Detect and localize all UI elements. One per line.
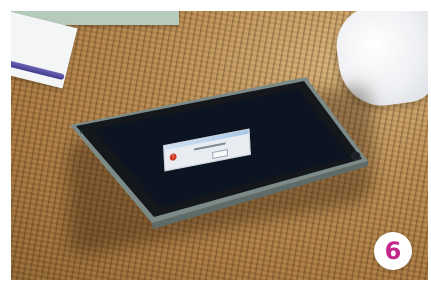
- step-number: 6: [384, 237, 402, 265]
- error-icon: !: [169, 152, 177, 162]
- dialog-ok-button[interactable]: [212, 149, 229, 160]
- step-badge: 6: [374, 232, 412, 270]
